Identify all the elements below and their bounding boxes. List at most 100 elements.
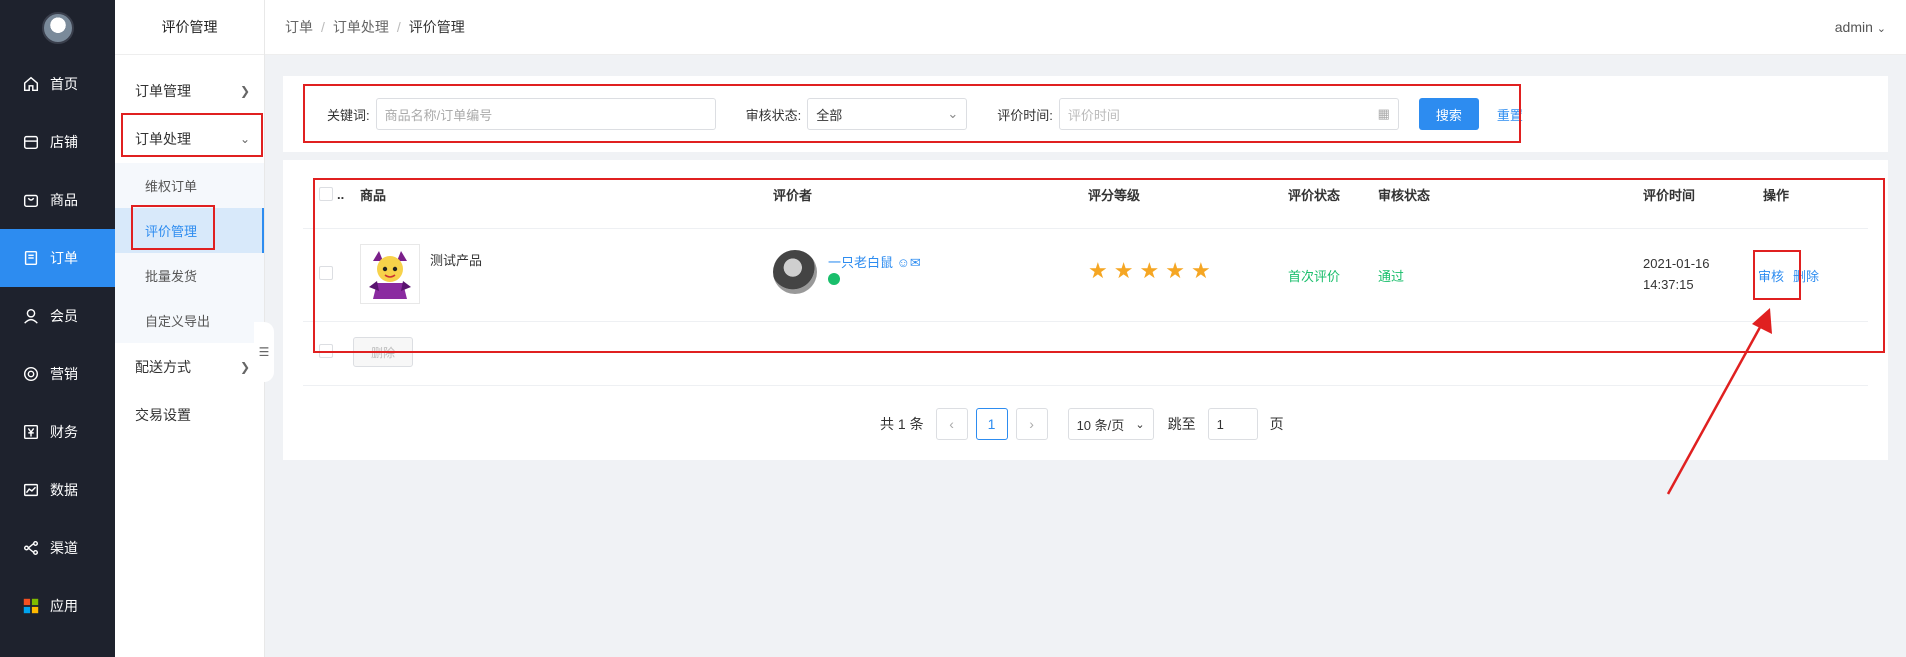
sidebar-item-label: 数据 [50, 482, 78, 498]
store-icon [22, 133, 40, 151]
bulk-delete-button[interactable]: 删除 [353, 337, 413, 367]
subnav-group-label: 交易设置 [135, 407, 191, 423]
sub-sidebar: 评价管理 订单管理 ❯ 订单处理 ⌄ 维权订单 评价管理 批量发货 自定义导出 配送… [115, 0, 274, 657]
star-icon: ★ [1088, 258, 1108, 283]
chart-icon [22, 481, 40, 499]
star-icon: ★ [1113, 258, 1134, 283]
review-date: 2021-01-16 [1643, 256, 1710, 271]
sidebar-item-marketing[interactable]: 营销 [0, 345, 115, 403]
sidebar-item-member[interactable]: 会员 [0, 287, 115, 345]
audit-button[interactable]: 审核 [1758, 266, 1784, 285]
page-number[interactable]: 1 [975, 408, 1008, 440]
product-thumbnail-icon [369, 251, 411, 299]
search-button[interactable]: 搜索 [1418, 98, 1479, 130]
subnav-group-order-process[interactable]: 订单处理 ⌄ [115, 115, 264, 163]
emoji-icon: ☺✉ [896, 255, 921, 270]
breadcrumb-item[interactable]: 订单处理 [333, 17, 389, 37]
annotation-arrow-icon [1666, 308, 1772, 495]
reviewer-avatar [773, 250, 817, 294]
user-icon [22, 307, 40, 325]
finance-icon [22, 423, 40, 441]
subnav-item-label: 自定义导出 [145, 314, 211, 329]
header-product: 商品 [360, 187, 387, 203]
header-time: 评价时间 [1643, 187, 1696, 203]
star-icon: ★ [1139, 258, 1160, 283]
jump-input[interactable]: 1 [1207, 408, 1258, 440]
subnav-item-review[interactable]: 评价管理 [115, 208, 264, 253]
reset-link[interactable]: 重置 [1497, 105, 1523, 124]
review-status: 首次评价 [1288, 269, 1341, 284]
sidebar-item-label: 店铺 [50, 134, 78, 150]
row-checkbox[interactable] [319, 266, 333, 280]
collapse-menu-icon[interactable]: ☰ [254, 322, 274, 382]
reviewer-name-text: 一只老白鼠 [828, 255, 894, 270]
prev-page-button[interactable]: ‹ [935, 408, 968, 440]
logo-avatar [41, 11, 74, 44]
sidebar-item-goods[interactable]: 商品 [0, 171, 115, 229]
sidebar-item-label: 商品 [50, 192, 78, 208]
subnav-item-batch-ship[interactable]: 批量发货 [115, 253, 264, 298]
time-label: 评价时间: [997, 107, 1053, 123]
sidebar-item-finance[interactable]: 财务 [0, 403, 115, 461]
sidebar-item-label: 营销 [50, 366, 78, 382]
marketing-icon [22, 365, 40, 383]
subnav-item-label: 评价管理 [145, 224, 198, 239]
breadcrumb: 订单 / 订单处理 / 评价管理 [285, 17, 465, 37]
sidebar-item-home[interactable]: 首页 [0, 55, 115, 113]
chevron-right-icon: ❯ [239, 84, 250, 98]
header-dots: .. [337, 186, 345, 202]
filter-bar: 关键词: 商品名称/订单编号 审核状态: 全部 ⌄ 评价时间: 评价时间 ▦ 搜索 … [283, 76, 1888, 152]
subnav-group-delivery[interactable]: 配送方式 ❯ [115, 343, 264, 391]
page-size-value: 10 条/页 [1076, 417, 1125, 433]
rating-stars: ★ ★ ★ ★ ★ [1088, 258, 1217, 284]
user-menu[interactable]: admin ⌄ [1835, 19, 1886, 35]
review-time: 14:37:15 [1643, 277, 1694, 292]
logo[interactable] [0, 0, 115, 55]
chevron-down-icon: ⌄ [1135, 418, 1145, 431]
subnav-item-label: 批量发货 [145, 269, 198, 284]
subnav-group-trade[interactable]: 交易设置 [115, 391, 264, 439]
sub-sidebar-title: 评价管理 [115, 0, 264, 55]
time-picker[interactable]: 评价时间 ▦ [1058, 98, 1399, 130]
sidebar-item-label: 财务 [50, 424, 78, 440]
wechat-icon [828, 273, 840, 285]
subnav-item-label: 维权订单 [145, 179, 198, 194]
subnav-item-export[interactable]: 自定义导出 [115, 298, 264, 343]
header-action: 操作 [1763, 187, 1790, 203]
sidebar-item-label: 会员 [50, 308, 78, 324]
subnav-group-order-manage[interactable]: 订单管理 ❯ [115, 67, 264, 115]
status-select[interactable]: 全部 ⌄ [807, 98, 968, 130]
chevron-right-icon: ❯ [239, 360, 250, 374]
keyword-label: 关键词: [327, 107, 370, 123]
next-page-button[interactable]: › [1015, 408, 1048, 440]
star-icon: ★ [1165, 258, 1185, 283]
sidebar-item-data[interactable]: 数据 [0, 461, 115, 519]
chevron-down-icon: ⌄ [1876, 23, 1886, 35]
subnav-item-rights[interactable]: 维权订单 [115, 163, 264, 208]
select-all-checkbox[interactable] [319, 187, 333, 201]
subnav-group-label: 订单处理 [135, 131, 191, 147]
reviewer-name[interactable]: 一只老白鼠 ☺✉ [828, 252, 921, 271]
share-icon [22, 539, 40, 557]
header-rating: 评分等级 [1088, 187, 1141, 203]
breadcrumb-item[interactable]: 订单 [285, 17, 313, 37]
keyword-input[interactable]: 商品名称/订单编号 [375, 98, 716, 130]
jump-label: 跳至 [1167, 416, 1196, 432]
breadcrumb-separator: / [396, 19, 401, 35]
page-size-select[interactable]: 10 条/页 ⌄ [1067, 408, 1154, 440]
apps-icon [22, 597, 40, 615]
product-image[interactable] [360, 244, 420, 304]
sidebar-item-apps[interactable]: 应用 [0, 577, 115, 635]
sidebar-item-channel[interactable]: 渠道 [0, 519, 115, 577]
status-label: 审核状态: [745, 107, 802, 123]
delete-button[interactable]: 删除 [1793, 266, 1819, 285]
order-icon [22, 249, 40, 267]
sidebar-item-label: 首页 [50, 76, 78, 92]
subnav-group-label: 配送方式 [135, 359, 191, 375]
product-name[interactable]: 测试产品 [430, 250, 482, 269]
page-suffix: 页 [1269, 416, 1284, 432]
breadcrumb-current: 评价管理 [408, 19, 465, 35]
sidebar-item-order[interactable]: 订单 [0, 229, 115, 287]
sidebar-item-store[interactable]: 店铺 [0, 113, 115, 171]
bulk-select-checkbox[interactable] [319, 344, 333, 358]
